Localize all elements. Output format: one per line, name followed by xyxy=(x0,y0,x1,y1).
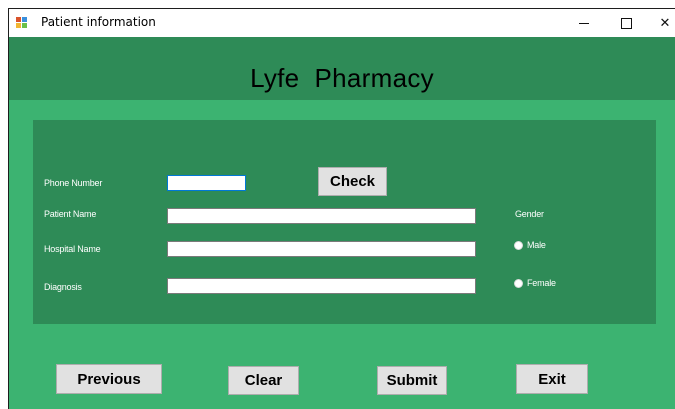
phone-number-input[interactable] xyxy=(167,175,246,191)
gender-male-radio[interactable]: Male xyxy=(514,240,546,250)
header-banner: Lyfe Pharmacy xyxy=(9,37,675,100)
window-title: Patient information xyxy=(41,15,156,29)
check-button[interactable]: Check xyxy=(318,167,387,196)
gender-male-label: Male xyxy=(527,240,546,250)
radio-button-icon xyxy=(514,278,523,288)
app-icon xyxy=(16,17,28,29)
exit-button[interactable]: Exit xyxy=(516,364,588,394)
gender-label: Gender xyxy=(515,209,544,219)
app-title: Lyfe Pharmacy xyxy=(250,63,434,93)
clear-button[interactable]: Clear xyxy=(228,366,299,395)
close-icon: ✕ xyxy=(659,15,671,31)
previous-button[interactable]: Previous xyxy=(56,364,162,394)
maximize-icon xyxy=(620,17,632,29)
title-bar[interactable]: Patient information ✕ xyxy=(9,9,675,37)
gender-female-radio[interactable]: Female xyxy=(514,278,556,288)
gender-female-label: Female xyxy=(527,278,556,288)
patient-form-panel: Phone Number Check Patient Name Hospital… xyxy=(33,120,656,324)
patient-name-label: Patient Name xyxy=(44,209,97,219)
phone-number-label: Phone Number xyxy=(44,178,103,188)
minimize-button[interactable] xyxy=(563,9,605,37)
diagnosis-label: Diagnosis xyxy=(44,282,82,292)
minimize-icon xyxy=(579,22,589,24)
hospital-name-label: Hospital Name xyxy=(44,244,101,254)
patient-name-input[interactable] xyxy=(167,208,476,224)
hospital-name-input[interactable] xyxy=(167,241,476,257)
radio-button-icon xyxy=(514,240,523,250)
diagnosis-input[interactable] xyxy=(167,278,476,294)
close-button[interactable]: ✕ xyxy=(644,9,675,37)
app-window: Patient information ✕ Lyfe Pharmacy Phon… xyxy=(8,8,675,409)
submit-button[interactable]: Submit xyxy=(377,366,447,395)
maximize-button[interactable] xyxy=(605,9,647,37)
